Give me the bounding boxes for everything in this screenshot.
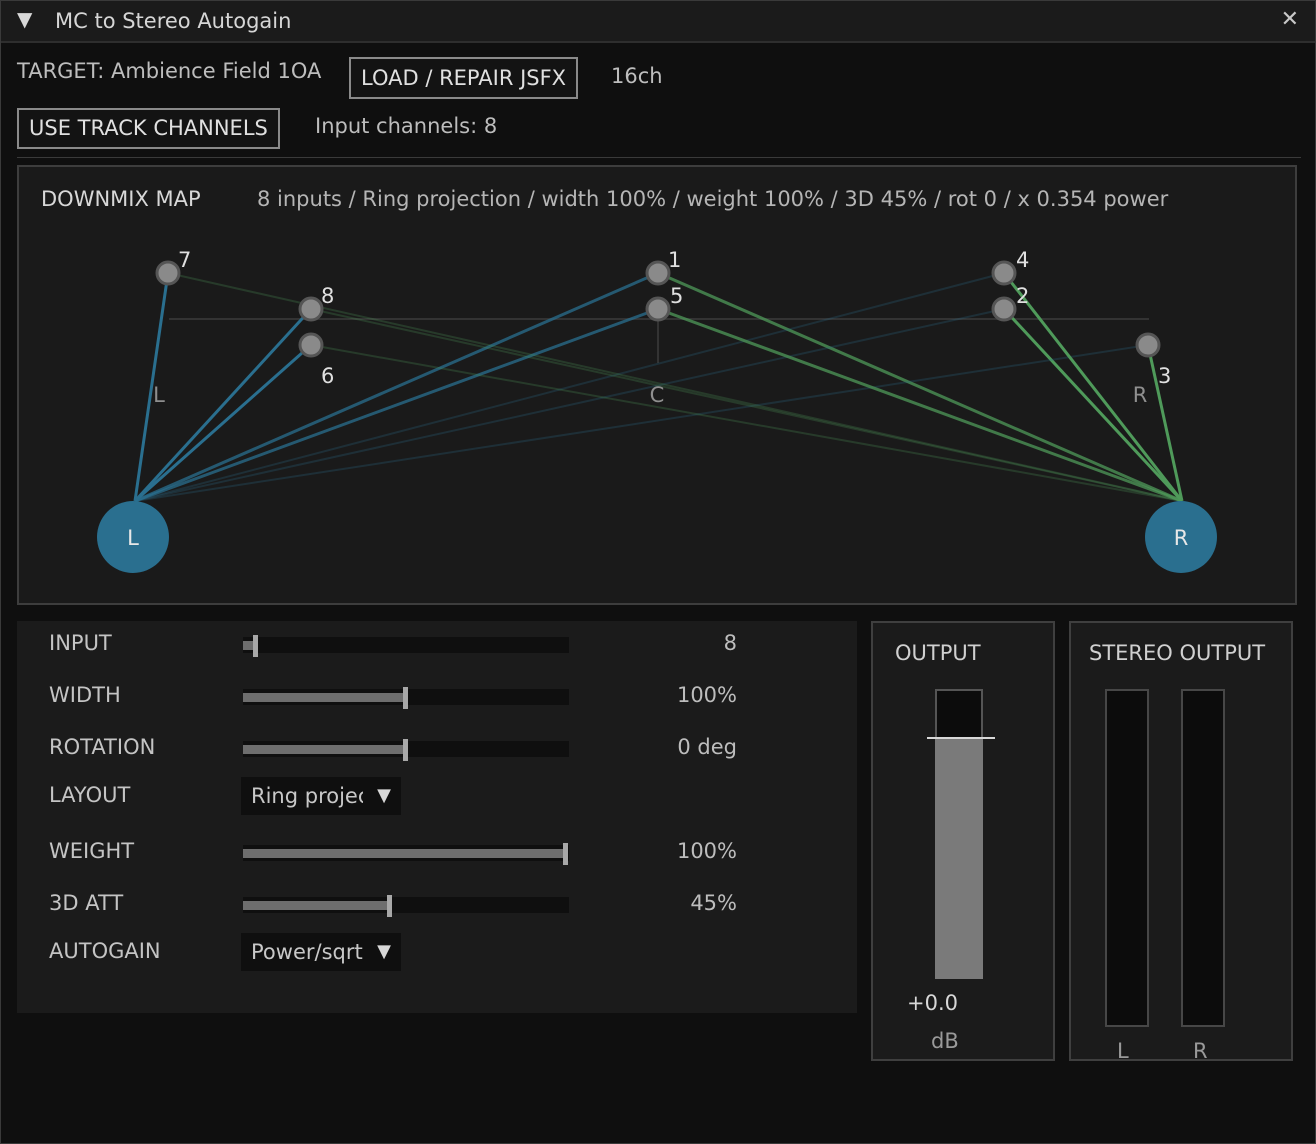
weight-label: WEIGHT [49,839,135,863]
width-label: WIDTH [49,683,121,707]
route-line-right-5 [657,307,1183,503]
downmix-map-title: DOWNMIX MAP [41,187,201,211]
channel-count-label: 16ch [611,64,663,88]
autogain-dropdown-value: Power/sqrt [251,940,363,964]
width-slider-fill [243,693,406,702]
weight-slider-thumb[interactable] [563,843,568,865]
weight-slider-fill [243,849,566,858]
axis-label-center: C [650,383,665,407]
rotation-value: 0 deg [677,735,737,759]
output-gain-value: +0.0 [907,991,958,1015]
downmix-map-summary: 8 inputs / Ring projection / width 100% … [257,187,1169,211]
dropdown-arrow-icon: ▼ [377,785,391,806]
title-bar: ▼ MC to Stereo Autogain ✕ [1,1,1315,43]
autogain-dropdown[interactable]: Power/sqrt ▼ [241,933,401,971]
downmix-map-panel: L C R 1 2 3 4 5 6 7 8 L R DOWNMIX MAP 8 inputs / Rin… [17,165,1297,605]
att3d-slider-thumb[interactable] [387,895,392,917]
right-meter [1181,689,1225,1027]
input-value: 8 [723,631,737,655]
width-value: 100% [676,683,737,707]
use-track-channels-button[interactable]: USE TRACK CHANNELS [17,108,280,149]
window-title: MC to Stereo Autogain [55,9,292,33]
output-fader-fill [935,738,983,979]
close-icon[interactable]: ✕ [1281,7,1299,32]
att3d-value: 45% [690,891,737,915]
input-label: INPUT [49,631,112,655]
output-title: OUTPUT [895,641,981,665]
autogain-label: AUTOGAIN [49,939,161,963]
stereo-output-panel: STEREO OUTPUT L R [1069,621,1293,1063]
collapse-triangle-icon[interactable]: ▼ [17,7,32,31]
route-line-left-5 [134,307,659,503]
rotation-slider[interactable] [243,739,569,761]
layout-label: LAYOUT [49,783,131,807]
output-fader-handle[interactable] [927,737,995,739]
axis-label-right: R [1133,383,1148,407]
width-slider-thumb[interactable] [403,687,408,709]
load-repair-jsfx-button[interactable]: LOAD / REPAIR JSFX [349,57,579,99]
input-node-label-3: 3 [1158,364,1171,388]
input-node-label-8: 8 [321,284,334,308]
input-slider[interactable] [243,635,569,657]
rotation-slider-thumb[interactable] [403,739,408,761]
controls-panel: INPUT 8 WIDTH 100% ROTATION 0 deg LAYOUT… [17,621,857,1013]
input-node-4 [991,260,1017,286]
dropdown-arrow-icon: ▼ [377,941,391,962]
route-line-left-1 [134,271,659,503]
input-slider-thumb[interactable] [253,635,258,657]
output-speaker-left-label: L [127,526,139,550]
input-node-label-4: 4 [1016,248,1029,272]
att3d-slider[interactable] [243,895,569,917]
input-node-1 [645,260,671,286]
input-node-6 [298,332,324,358]
att3d-label: 3D ATT [49,891,124,915]
weight-slider[interactable] [243,843,569,865]
output-panel: OUTPUT +0.0 dB [871,621,1055,1061]
route-line-right-1 [657,271,1183,503]
width-slider[interactable] [243,687,569,709]
input-node-8 [298,296,324,322]
input-node-label-6: 6 [321,364,334,388]
downmix-map-canvas: L C R 1 2 3 4 5 6 7 8 L R [97,248,1217,573]
output-speaker-right-label: R [1174,526,1189,550]
rotation-slider-fill [243,745,406,754]
route-line-right-6 [310,344,1183,502]
rotation-label: ROTATION [49,735,156,759]
left-meter-label: L [1117,1039,1129,1063]
axis-label-left: L [153,383,165,407]
plugin-window: ▼ MC to Stereo Autogain ✕ TARGET: Ambien… [0,0,1316,1144]
input-channels-label: Input channels: 8 [315,114,498,138]
input-node-2 [991,296,1017,322]
target-label: TARGET: Ambience Field 1OA [17,59,322,83]
left-meter [1105,689,1149,1027]
att3d-slider-fill [243,901,390,910]
input-node-label-1: 1 [668,248,681,272]
layout-dropdown[interactable]: Ring projection ▼ [241,777,401,815]
right-meter-label: R [1193,1039,1208,1063]
weight-value: 100% [676,839,737,863]
input-node-label-5: 5 [670,284,683,308]
input-node-7 [155,260,181,286]
stereo-output-title: STEREO OUTPUT [1089,641,1266,665]
input-node-label-7: 7 [178,248,191,272]
route-line-left-2 [134,308,1005,502]
input-node-label-2: 2 [1016,284,1029,308]
input-node-3 [1135,332,1161,358]
output-gain-unit: dB [931,1029,959,1053]
layout-dropdown-value: Ring projection [251,784,363,808]
divider [17,157,1301,158]
route-line-right-8 [310,308,1183,502]
input-node-5 [645,296,671,322]
